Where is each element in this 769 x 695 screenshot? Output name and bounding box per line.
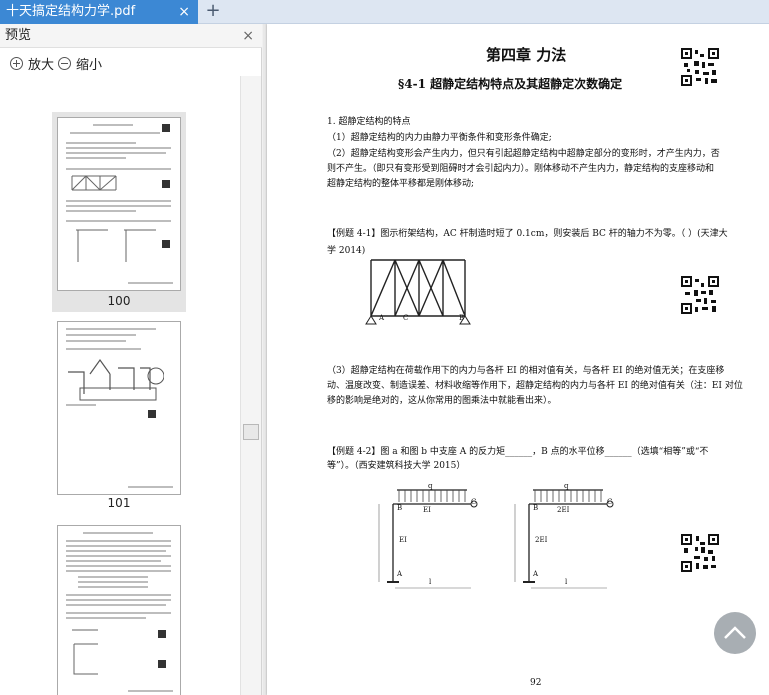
fig-a-label-l: l xyxy=(429,578,432,586)
sidebar-scrollbar[interactable] xyxy=(240,76,261,695)
zoom-toolbar: 放大 缩小 xyxy=(0,48,262,76)
tab-title: 十天搞定结构力学.pdf xyxy=(6,4,136,19)
thumbnail-list: 100 101 xyxy=(0,76,240,695)
example-4-2-line1: 【例题 4-2】图 a 和图 b 中支座 A 的反力矩______，B 点的水平… xyxy=(327,447,709,457)
thumbnail-number: 101 xyxy=(107,496,131,510)
chevron-up-icon xyxy=(724,626,746,639)
truss-label-a: A xyxy=(379,314,385,322)
tab-bar: 十天搞定结构力学.pdf × + xyxy=(0,0,769,24)
document-tab[interactable]: 十天搞定结构力学.pdf × xyxy=(0,0,198,24)
thumbnail-page-102[interactable]: 102 xyxy=(52,520,186,695)
preview-sidebar: 预览 × 放大 缩小 100 101 xyxy=(0,24,262,695)
section-title: §4-1 超静定结构特点及其超静定次数确定 xyxy=(398,77,623,91)
paragraph-1: （1）超静定结构的内力由静力平衡条件和变形条件确定; xyxy=(327,133,552,143)
fig-b-label-a: A xyxy=(533,570,539,578)
fig-a-label-b: B xyxy=(397,504,403,512)
zoom-in-label: 放大 xyxy=(28,57,55,73)
example-4-1-line1: 【例题 4-1】图示桁架结构，AC 杆制造时短了 0.1cm，则安装后 BC 杆… xyxy=(327,229,728,239)
fig-b-label-l: l xyxy=(565,578,568,586)
example-4-1-line2: 学 2014) xyxy=(327,246,366,256)
heading-features: 1. 超静定结构的特点 xyxy=(327,117,411,127)
paragraph-3b: 动、温度改变、制造误差、材料收缩等作用下，超静定结构的内力与各杆 EI 的绝对值… xyxy=(327,381,743,391)
document-viewer[interactable]: 第四章 力法 §4-1 超静定结构特点及其超静定次数确定 1. 超静定结构的特点… xyxy=(263,24,769,695)
fig-a-label-ei-beam: EI xyxy=(423,506,431,514)
fig-b-label-c: C xyxy=(607,498,613,506)
qr-code-icon xyxy=(681,48,719,86)
tab-close-icon[interactable]: × xyxy=(178,0,190,24)
scroll-to-top-button[interactable] xyxy=(714,612,756,654)
fig-a-load: q xyxy=(428,482,433,490)
fig-b-label-2ei-column: 2EI xyxy=(535,536,548,544)
thumbnail-image xyxy=(57,525,181,695)
paragraph-3c: 移的影响是绝对的，这从你常用的图乘法中就能看出来）。 xyxy=(327,396,557,406)
pdf-page: 第四章 力法 §4-1 超静定结构特点及其超静定次数确定 1. 超静定结构的特点… xyxy=(267,24,769,695)
example-4-2-line2: 等”）。（西安建筑科技大学 2015） xyxy=(327,461,466,471)
frame-figure-b xyxy=(514,489,614,589)
fig-a-label-a: A xyxy=(397,570,403,578)
fig-a-label-ei-column: EI xyxy=(399,536,407,544)
sidebar-close-icon[interactable]: × xyxy=(242,24,254,48)
zoom-in-icon xyxy=(10,56,23,70)
truss-label-c: C xyxy=(403,314,409,322)
fig-b-label-b: B xyxy=(533,504,539,512)
paragraph-2b: 则不产生。（即只有变形受到阻碍时才会引起内力）。刚体移动不产生内力，静定结构的支… xyxy=(327,164,715,174)
page-number: 92 xyxy=(530,678,542,688)
zoom-in-button[interactable]: 放大 xyxy=(10,54,55,73)
thumbnail-image xyxy=(57,117,181,291)
truss-label-b: B xyxy=(459,314,465,322)
qr-code-icon xyxy=(681,276,719,314)
paragraph-2a: （2）超静定结构变形会产生内力，但只有引起超静定结构中超静定部分的变形时，才产生… xyxy=(327,149,720,159)
zoom-out-icon xyxy=(58,56,71,70)
new-tab-button[interactable]: + xyxy=(204,0,222,24)
thumbnail-image xyxy=(57,321,181,495)
chapter-title: 第四章 力法 xyxy=(486,46,567,64)
paragraph-2c: 超静定结构的整体平移都是刚体移动; xyxy=(327,179,475,189)
thumbnail-number: 100 xyxy=(107,294,131,308)
scrollbar-thumb[interactable] xyxy=(243,424,259,440)
zoom-out-button[interactable]: 缩小 xyxy=(58,54,103,73)
frame-figure-a xyxy=(378,489,478,589)
fig-b-label-2ei-beam: 2EI xyxy=(557,506,570,514)
fig-b-load: q xyxy=(564,482,569,490)
fig-a-label-c: C xyxy=(471,498,477,506)
sidebar-header: 预览 × xyxy=(0,24,262,48)
qr-code-icon xyxy=(681,534,719,572)
sidebar-title: 预览 xyxy=(5,28,32,43)
thumbnail-page-101[interactable]: 101 xyxy=(52,316,186,516)
zoom-out-label: 缩小 xyxy=(76,57,103,73)
thumbnail-page-100[interactable]: 100 xyxy=(52,112,186,312)
paragraph-3a: （3）超静定结构在荷载作用下的内力与各杆 EI 的相对值有关，与各杆 EI 的绝… xyxy=(327,366,725,376)
